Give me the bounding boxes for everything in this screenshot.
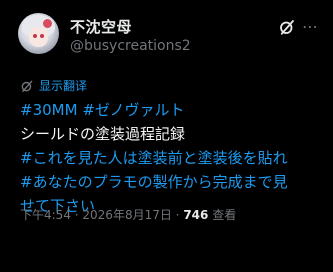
hashtag-link[interactable]: #これを見た人は塗装前と塗装後を貼れ: [20, 146, 330, 170]
post-date[interactable]: 2026年8月17日: [82, 208, 171, 222]
separator: ·: [70, 208, 83, 222]
view-count: 746: [183, 208, 209, 222]
tweet-text: #30MM #ゼノヴァルト シールドの塗装過程記録 #これを見た人は塗装前と塗装…: [20, 98, 330, 218]
post-time[interactable]: 下午4:54: [20, 208, 71, 222]
tweet-text-line: シールドの塗装過程記録: [20, 125, 186, 143]
avatar[interactable]: [18, 13, 59, 54]
author-display-name[interactable]: 不沈空母: [70, 16, 132, 37]
tweet-meta: 下午4:54 · 2026年8月17日 · 746 查看: [20, 206, 236, 223]
post-card: 不沈空母 @busycreations2 ⋯ 显示翻译 #30MM #ゼノヴァル…: [0, 0, 333, 272]
hashtag-link[interactable]: #30MM: [20, 101, 78, 119]
author-handle[interactable]: @busycreations2: [70, 38, 191, 54]
hashtag-link[interactable]: #あなたのプラモの製作から完成まで見: [20, 170, 330, 194]
grok-slash-icon[interactable]: [278, 18, 296, 36]
view-label: 查看: [208, 208, 237, 222]
translate-label: 显示翻译: [39, 79, 88, 93]
hashtag-link[interactable]: #ゼノヴァルト: [82, 101, 184, 119]
translate-button[interactable]: 显示翻译: [20, 77, 87, 94]
more-icon[interactable]: ⋯: [302, 19, 319, 35]
translate-icon: [21, 80, 33, 92]
separator: ·: [171, 208, 184, 222]
